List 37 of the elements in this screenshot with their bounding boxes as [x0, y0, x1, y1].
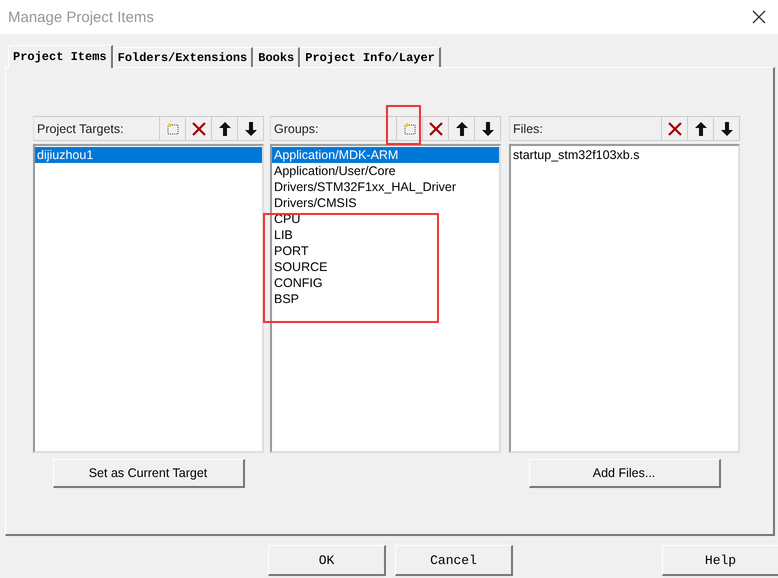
panel-button[interactable]: Set as Current Target	[52, 458, 244, 488]
down-arrow-icon	[244, 122, 256, 136]
list-item[interactable]: CONFIG	[272, 275, 499, 291]
delete-icon	[428, 122, 442, 136]
delete-icon	[192, 122, 206, 136]
list-item[interactable]: startup_stm32f103xb.s	[511, 147, 738, 163]
new-item-icon	[402, 122, 416, 136]
up-arrow-icon	[218, 122, 230, 136]
up-arrow-icon	[456, 122, 468, 136]
list-item[interactable]: Drivers/CMSIS	[272, 195, 499, 211]
tab[interactable]: Folders/Extensions	[112, 47, 254, 67]
list-item[interactable]: Application/MDK-ARM	[272, 147, 499, 163]
list-item[interactable]: dijiuzhou1	[35, 147, 262, 163]
list-item[interactable]: Drivers/STM32F1xx_HAL_Driver	[272, 179, 499, 195]
cancel-button[interactable]: Cancel	[395, 545, 513, 576]
down-arrow-icon	[720, 122, 732, 136]
close-icon[interactable]	[752, 10, 766, 24]
tab[interactable]: Project Items	[8, 45, 113, 68]
list-item[interactable]: PORT	[272, 243, 499, 259]
help-button[interactable]: Help	[662, 545, 778, 576]
new-item-icon	[166, 122, 180, 136]
panel-button[interactable]: Add Files...	[528, 458, 720, 488]
window-title: Manage Project Items	[8, 8, 154, 26]
ok-button[interactable]: OK	[268, 545, 386, 576]
panel-title: Files:	[513, 122, 543, 136]
delete-icon	[668, 122, 682, 136]
tab[interactable]: Project Info/Layer	[300, 47, 441, 67]
list-item[interactable]: LIB	[272, 227, 499, 243]
list-item[interactable]: BSP	[272, 291, 499, 307]
list-item[interactable]: SOURCE	[272, 259, 499, 275]
highlight-frame	[386, 105, 421, 145]
list-item[interactable]: Application/User/Core	[272, 163, 499, 179]
tab[interactable]: Books	[253, 47, 300, 67]
panel-title: Groups:	[274, 122, 318, 136]
panel-title: Project Targets:	[37, 122, 124, 136]
down-arrow-icon	[482, 122, 494, 136]
up-arrow-icon	[694, 122, 706, 136]
